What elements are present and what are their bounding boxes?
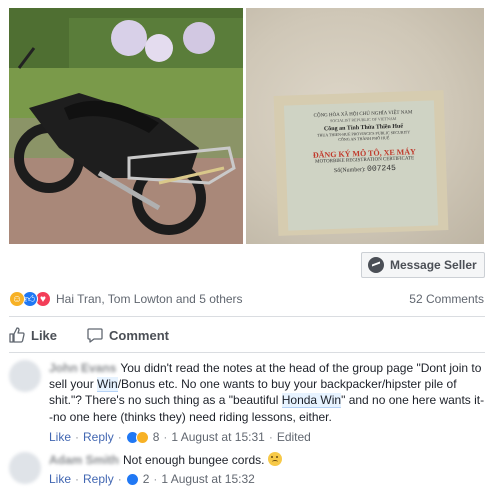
highlighted-term: Win [97,377,118,393]
comment-item: John Evans You didn't read the notes at t… [9,360,485,446]
comment-item: Adam Smith Not enough bungee cords. Like … [9,452,485,488]
comment-reactions[interactable] [125,430,149,444]
post-actions: Like Comment [9,327,199,343]
comment-meta: Like · Reply · 2 · 1 August at 15:32 [49,472,255,486]
motorbike-photo[interactable] [9,8,243,244]
registration-card-photo[interactable]: CỘNG HÒA XÃ HỘI CHỦ NGHĨA VIỆT NAM SOCIA… [246,8,484,244]
comment-reaction-count: 8 [152,430,160,444]
card-number-label: Số(Number): [333,166,366,175]
reaction-names[interactable]: Hai Tran, Tom Lowton and 5 others [56,292,243,306]
edited-label[interactable]: Edited [277,430,311,444]
comment-button[interactable]: Comment [87,327,169,343]
message-seller-button[interactable]: Message Seller [361,252,485,278]
motorbike-illustration [9,8,243,244]
comment-author[interactable]: Adam Smith [49,452,119,468]
post-photos: CỘNG HÒA XÃ HỘI CHỦ NGHĨA VIỆT NAM SOCIA… [0,0,487,247]
comment-like-link[interactable]: Like [49,430,71,444]
comment-body: Adam Smith Not enough bungee cords. [49,452,485,468]
comment-reactions[interactable] [125,472,139,486]
comment-timestamp[interactable]: 1 August at 15:31 [171,430,264,444]
message-seller-label: Message Seller [390,258,477,272]
comment-like-link[interactable]: Like [49,472,71,486]
comment-bubble-icon [87,328,103,343]
comments-count-link[interactable]: 52 Comments [409,292,484,306]
registration-card-text: CỘNG HÒA XÃ HỘI CHỦ NGHĨA VIỆT NAM SOCIA… [293,110,435,177]
like-label: Like [31,327,58,343]
comment-reply-link[interactable]: Reply [83,430,114,444]
divider [9,316,485,317]
divider [9,352,485,353]
comment-meta: Like · Reply · 8 · 1 August at 15:31 · E… [49,430,311,444]
confused-emoji-icon [267,452,282,466]
comment-text: Not enough bungee cords. [123,453,265,467]
comment-body: John Evans You didn't read the notes at t… [49,360,485,425]
comment-reaction-count: 2 [142,472,150,486]
comment-reply-link[interactable]: Reply [83,472,114,486]
comment-timestamp[interactable]: 1 August at 15:32 [161,472,254,486]
haha-reaction-icon [135,430,149,444]
haha-reaction-icon: ☺ [9,291,25,307]
highlighted-term: Honda Win [281,393,342,409]
comment-label: Comment [109,327,169,343]
avatar[interactable] [9,452,41,484]
comment-author[interactable]: John Evans [49,360,116,376]
reaction-summary[interactable]: ☺ 👍︎ ♥ Hai Tran, Tom Lowton and 5 others [9,290,243,308]
messenger-icon [368,257,384,273]
card-number: 007245 [366,163,397,174]
like-reaction-icon [125,472,139,486]
like-button[interactable]: Like [9,327,57,343]
avatar[interactable] [9,360,41,392]
thumbs-up-icon [9,327,25,343]
